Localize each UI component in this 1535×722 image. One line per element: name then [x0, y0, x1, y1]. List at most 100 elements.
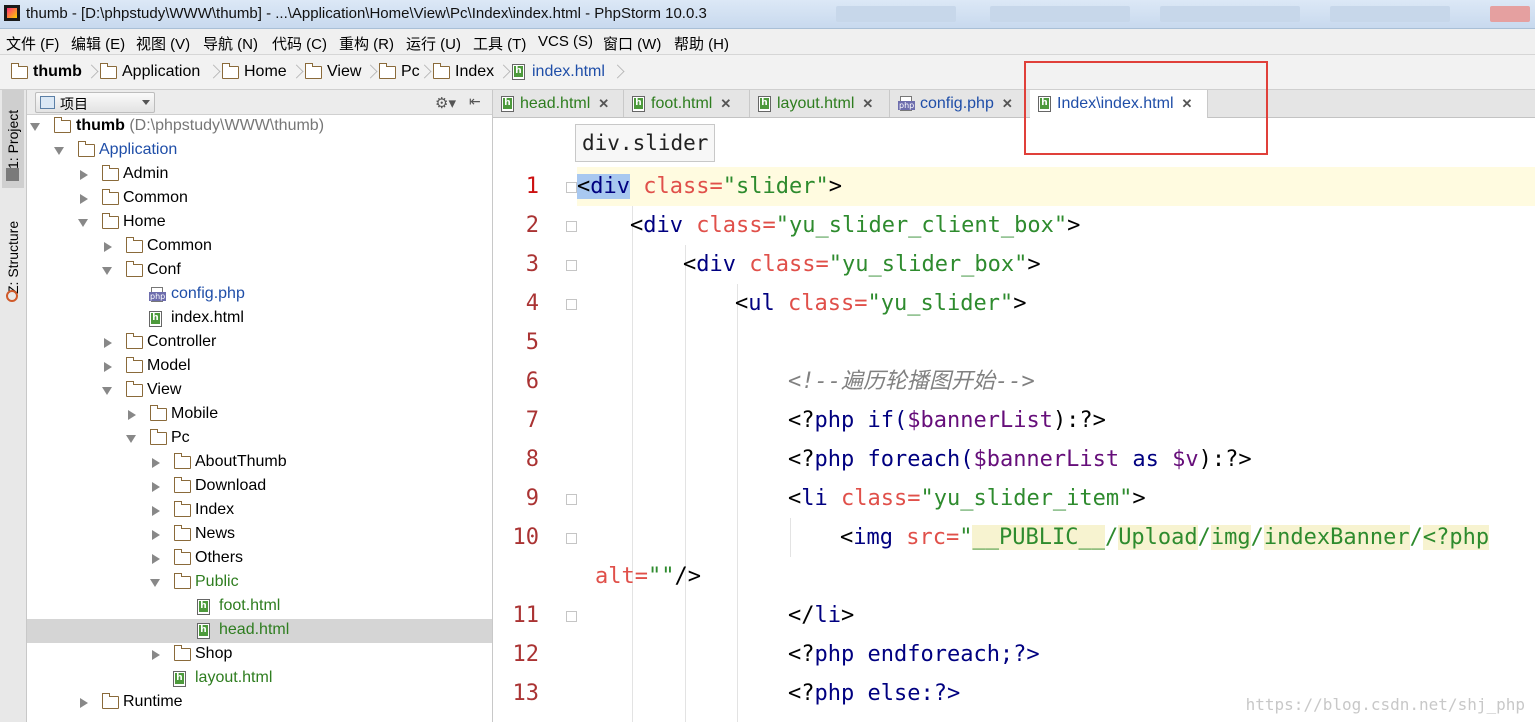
menu-tools[interactable]: 工具 (T) — [473, 33, 526, 54]
fold-marker-icon[interactable] — [566, 533, 577, 544]
menu-vcs[interactable]: VCS (S) — [538, 33, 593, 50]
tree-row[interactable]: Public — [27, 571, 492, 595]
fold-marker-icon[interactable] — [566, 494, 577, 505]
chevron-right-icon[interactable] — [80, 170, 88, 180]
close-icon[interactable]: ✕ — [720, 96, 731, 112]
menu-refactor[interactable]: 重构 (R) — [339, 33, 394, 54]
tree-row[interactable]: layout.html — [27, 667, 492, 691]
chevron-down-icon[interactable] — [78, 219, 88, 227]
menu-view[interactable]: 视图 (V) — [136, 33, 190, 54]
chevron-right-icon[interactable] — [104, 338, 112, 348]
tree-row[interactable]: Home — [27, 211, 492, 235]
chevron-right-icon[interactable] — [152, 458, 160, 468]
fold-marker-icon[interactable] — [566, 221, 577, 232]
breadcrumb-item-index[interactable]: Index — [432, 62, 494, 82]
menu-code[interactable]: 代码 (C) — [272, 33, 327, 54]
breadcrumb-item-application[interactable]: Application — [99, 62, 200, 82]
code-line-4[interactable]: <ul class="yu_slider"> — [577, 284, 1535, 323]
chevron-down-icon[interactable] — [30, 123, 40, 131]
fold-marker-icon[interactable] — [566, 182, 577, 193]
close-icon[interactable]: ✕ — [1182, 96, 1193, 112]
code-line-10-wrap[interactable]: alt=""/> — [577, 557, 1535, 596]
tab-index-html[interactable]: Index\index.html ✕ — [1030, 90, 1208, 118]
tree-row[interactable]: Admin — [27, 163, 492, 187]
breadcrumb-item-home[interactable]: Home — [221, 62, 287, 82]
tree-row[interactable]: AboutThumb — [27, 451, 492, 475]
code-line-2[interactable]: <div class="yu_slider_client_box"> — [577, 206, 1535, 245]
fold-marker-icon[interactable] — [566, 299, 577, 310]
code-line-7[interactable]: <?php if($bannerList):?> — [577, 401, 1535, 440]
chevron-down-icon[interactable] — [54, 147, 64, 155]
chevron-right-icon[interactable] — [80, 698, 88, 708]
menu-window[interactable]: 窗口 (W) — [603, 33, 661, 54]
tree-row[interactable]: Shop — [27, 643, 492, 667]
tree-row[interactable]: Index — [27, 499, 492, 523]
code-line-12[interactable]: <?php endforeach;?> — [577, 635, 1535, 674]
code-line-10[interactable]: <img src="__PUBLIC__/Upload/img/indexBan… — [577, 518, 1535, 557]
tree-row[interactable]: Download — [27, 475, 492, 499]
tab-layout-html[interactable]: layout.html ✕ — [750, 90, 890, 117]
menu-edit[interactable]: 编辑 (E) — [71, 33, 125, 54]
code-area[interactable]: <div class="slider"> <div class="yu_slid… — [577, 167, 1535, 722]
project-view-dropdown[interactable]: 项目 — [35, 92, 155, 113]
menu-file[interactable]: 文件 (F) — [6, 33, 59, 54]
breadcrumb-item-thumb[interactable]: thumb — [10, 62, 82, 82]
tree-row[interactable]: foot.html — [27, 595, 492, 619]
chevron-right-icon[interactable] — [80, 194, 88, 204]
chevron-right-icon[interactable] — [152, 650, 160, 660]
chevron-down-icon[interactable] — [150, 579, 160, 587]
breadcrumb-item-pc[interactable]: Pc — [378, 62, 420, 82]
fold-marker-icon[interactable] — [566, 260, 577, 271]
tab-head-html[interactable]: head.html ✕ — [493, 90, 624, 117]
tree-row[interactable]: Pc — [27, 427, 492, 451]
chevron-down-icon[interactable] — [102, 267, 112, 275]
tree-row[interactable]: Runtime — [27, 691, 492, 715]
tree-row[interactable]: Others — [27, 547, 492, 571]
tree-row[interactable]: Mobile — [27, 403, 492, 427]
tree-row[interactable]: index.html — [27, 307, 492, 331]
breadcrumb-item-index-html[interactable]: index.html — [512, 62, 605, 82]
tab-foot-html[interactable]: foot.html ✕ — [624, 90, 750, 117]
code-line-9[interactable]: <li class="yu_slider_item"> — [577, 479, 1535, 518]
breadcrumb-item-view[interactable]: View — [304, 62, 361, 82]
tree-row[interactable]: Model — [27, 355, 492, 379]
chevron-right-icon[interactable] — [104, 362, 112, 372]
chevron-right-icon[interactable] — [104, 242, 112, 252]
tree-row[interactable]: News — [27, 523, 492, 547]
tree-row-selected[interactable]: head.html — [27, 619, 492, 643]
close-icon[interactable]: ✕ — [1002, 96, 1013, 112]
project-panel: 项目 ⚙▾ ⇤ thumb (D:\phpstudy\WWW\thumb) Ap… — [27, 90, 493, 722]
code-line-8[interactable]: <?php foreach($bannerList as $v):?> — [577, 440, 1535, 479]
code-line-3[interactable]: <div class="yu_slider_box"> — [577, 245, 1535, 284]
token-keyword: php — [814, 447, 868, 472]
code-line-1[interactable]: <div class="slider"> — [577, 167, 1535, 206]
menu-navigate[interactable]: 导航 (N) — [203, 33, 258, 54]
chevron-down-icon[interactable] — [126, 435, 136, 443]
chevron-right-icon[interactable] — [152, 506, 160, 516]
close-icon[interactable]: ✕ — [598, 96, 609, 112]
tree-row[interactable]: Application — [27, 139, 492, 163]
code-line-5[interactable] — [577, 323, 1535, 362]
code-line-11[interactable]: </li> — [577, 596, 1535, 635]
tree-row[interactable]: Conf — [27, 259, 492, 283]
code-line-6[interactable]: <!--遍历轮播图开始--> — [577, 362, 1535, 401]
tree-row[interactable]: Common — [27, 235, 492, 259]
close-icon[interactable]: ✕ — [862, 96, 873, 112]
tree-row[interactable]: config.php — [27, 283, 492, 307]
collapse-all-icon[interactable]: ⇤ — [469, 93, 481, 110]
gear-icon[interactable]: ⚙▾ — [435, 94, 456, 112]
chevron-right-icon[interactable] — [128, 410, 136, 420]
folder-icon — [173, 453, 191, 469]
tree-row-root[interactable]: thumb (D:\phpstudy\WWW\thumb) — [27, 115, 492, 139]
menu-help[interactable]: 帮助 (H) — [674, 33, 729, 54]
chevron-right-icon[interactable] — [152, 530, 160, 540]
tree-row[interactable]: Common — [27, 187, 492, 211]
chevron-down-icon[interactable] — [102, 387, 112, 395]
chevron-right-icon[interactable] — [152, 482, 160, 492]
chevron-right-icon[interactable] — [152, 554, 160, 564]
menu-run[interactable]: 运行 (U) — [406, 33, 461, 54]
fold-marker-icon[interactable] — [566, 611, 577, 622]
tab-config-php[interactable]: config.php ✕ — [890, 90, 1026, 117]
tree-row[interactable]: Controller — [27, 331, 492, 355]
tree-row[interactable]: View — [27, 379, 492, 403]
